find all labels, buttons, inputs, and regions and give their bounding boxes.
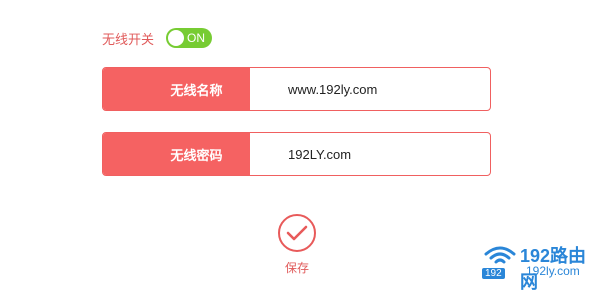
password-field: 无线密码 (102, 132, 491, 176)
watermark-logo: 192路由网 192 192ly.com (480, 240, 596, 292)
toggle-knob (168, 30, 185, 46)
wireless-switch-row: 无线开关 ON (102, 28, 213, 48)
password-label: 无线密码 (103, 133, 250, 175)
save-button[interactable] (278, 214, 316, 252)
wifi-icon (484, 246, 516, 264)
checkmark-icon (286, 225, 308, 241)
ssid-field: 无线名称 (102, 67, 491, 111)
ssid-label: 无线名称 (103, 68, 250, 110)
watermark-url: 192ly.com (526, 264, 580, 278)
ssid-input[interactable] (250, 68, 490, 110)
save-area: 保存 (273, 214, 321, 276)
password-input[interactable] (250, 133, 490, 175)
save-label: 保存 (284, 261, 309, 275)
toggle-state-text: ON (187, 31, 206, 45)
wireless-switch-label: 无线开关 (102, 32, 155, 48)
wireless-toggle[interactable]: ON (166, 28, 213, 48)
watermark-badge: 192 (482, 268, 505, 279)
